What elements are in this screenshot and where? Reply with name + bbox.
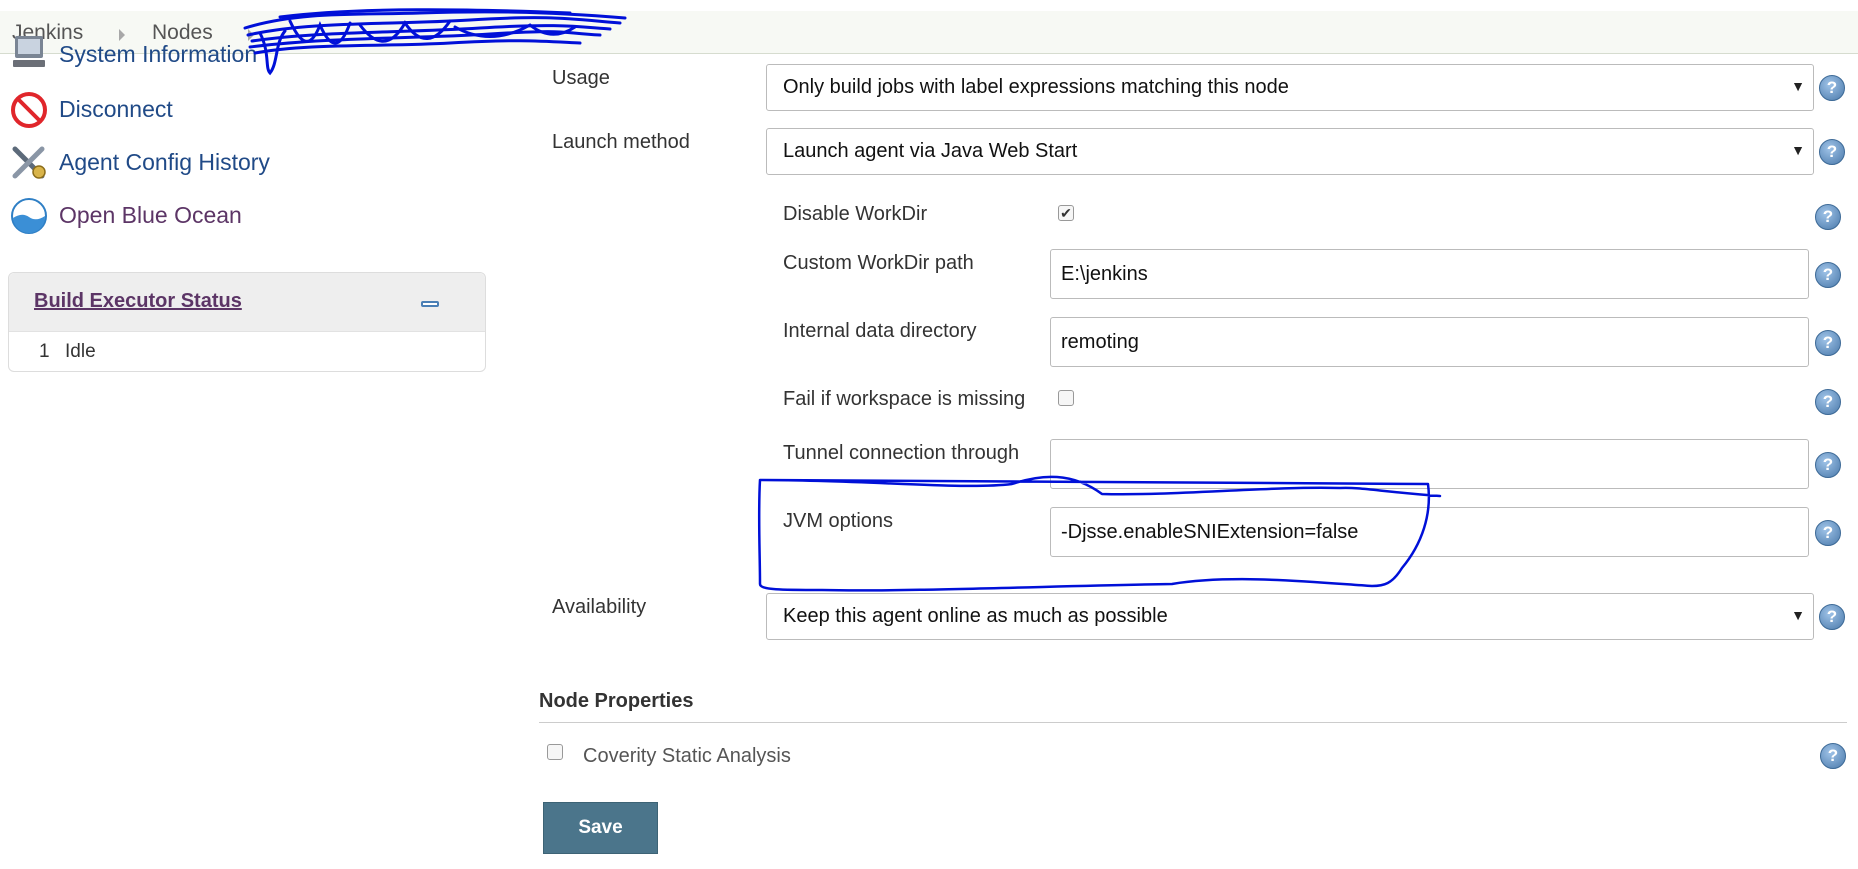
fail-if-workspace-missing-checkbox[interactable] bbox=[1058, 390, 1074, 406]
custom-workdir-input[interactable]: E:\jenkins bbox=[1050, 249, 1809, 299]
node-properties-heading: Node Properties bbox=[539, 690, 694, 712]
breadcrumb-chevron-icon bbox=[119, 29, 125, 41]
build-executor-status-link[interactable]: Build Executor Status bbox=[34, 290, 242, 313]
availability-label: Availability bbox=[552, 596, 647, 618]
launch-method-select[interactable]: Launch agent via Java Web Start ▼ bbox=[766, 128, 1814, 175]
sidebar-item-open-blue-ocean[interactable]: Open Blue Ocean bbox=[59, 202, 242, 229]
annotation-circle bbox=[757, 475, 1442, 592]
no-entry-icon bbox=[11, 92, 47, 128]
collapse-icon[interactable] bbox=[421, 301, 439, 307]
usage-label: Usage bbox=[552, 67, 610, 89]
custom-workdir-help-icon[interactable]: ? bbox=[1815, 262, 1841, 288]
build-executor-status-header: Build Executor Status bbox=[9, 273, 485, 332]
node-properties-divider bbox=[539, 722, 1847, 723]
tunnel-connection-help-icon[interactable]: ? bbox=[1815, 452, 1841, 478]
availability-selected-value: Keep this agent online as much as possib… bbox=[783, 605, 1168, 627]
sidebar-item-agent-config-history[interactable]: Agent Config History bbox=[59, 149, 270, 176]
sidebar-item-disconnect[interactable]: Disconnect bbox=[59, 96, 173, 123]
internal-data-directory-label: Internal data directory bbox=[783, 320, 977, 342]
availability-select[interactable]: Keep this agent online as much as possib… bbox=[766, 593, 1814, 640]
coverity-label: Coverity Static Analysis bbox=[583, 745, 791, 767]
usage-selected-value: Only build jobs with label expressions m… bbox=[783, 76, 1289, 98]
dropdown-arrow-icon: ▼ bbox=[1791, 78, 1805, 94]
internal-data-directory-input[interactable]: remoting bbox=[1050, 317, 1809, 367]
save-button[interactable]: Save bbox=[543, 802, 658, 854]
tunnel-connection-label: Tunnel connection through bbox=[783, 442, 1020, 464]
blue-ocean-icon bbox=[11, 198, 47, 234]
sidebar-item-system-information[interactable]: System Information bbox=[59, 41, 257, 68]
executor-state: Idle bbox=[65, 341, 96, 362]
jvm-options-help-icon[interactable]: ? bbox=[1815, 520, 1841, 546]
dropdown-arrow-icon: ▼ bbox=[1791, 142, 1805, 158]
disable-workdir-help-icon[interactable]: ? bbox=[1815, 204, 1841, 230]
tools-icon bbox=[12, 146, 46, 179]
coverity-checkbox[interactable] bbox=[547, 744, 563, 760]
launch-method-selected-value: Launch agent via Java Web Start bbox=[783, 140, 1078, 162]
launch-method-label: Launch method bbox=[552, 131, 690, 153]
disable-workdir-checkbox[interactable]: ✔ bbox=[1058, 205, 1074, 221]
disable-workdir-label: Disable WorkDir bbox=[783, 203, 928, 225]
fail-if-workspace-missing-label: Fail if workspace is missing bbox=[783, 388, 1026, 410]
build-executor-status-panel: Build Executor Status 1 Idle bbox=[8, 272, 486, 372]
executor-number: 1 bbox=[39, 341, 50, 362]
launch-method-help-icon[interactable]: ? bbox=[1819, 139, 1845, 165]
internal-data-directory-help-icon[interactable]: ? bbox=[1815, 330, 1841, 356]
fail-if-workspace-missing-help-icon[interactable]: ? bbox=[1815, 389, 1841, 415]
usage-help-icon[interactable]: ? bbox=[1819, 75, 1845, 101]
availability-help-icon[interactable]: ? bbox=[1819, 604, 1845, 630]
usage-select[interactable]: Only build jobs with label expressions m… bbox=[766, 64, 1814, 111]
custom-workdir-label: Custom WorkDir path bbox=[783, 252, 974, 274]
coverity-help-icon[interactable]: ? bbox=[1820, 743, 1846, 769]
computer-icon bbox=[13, 36, 45, 67]
dropdown-arrow-icon: ▼ bbox=[1791, 607, 1805, 623]
